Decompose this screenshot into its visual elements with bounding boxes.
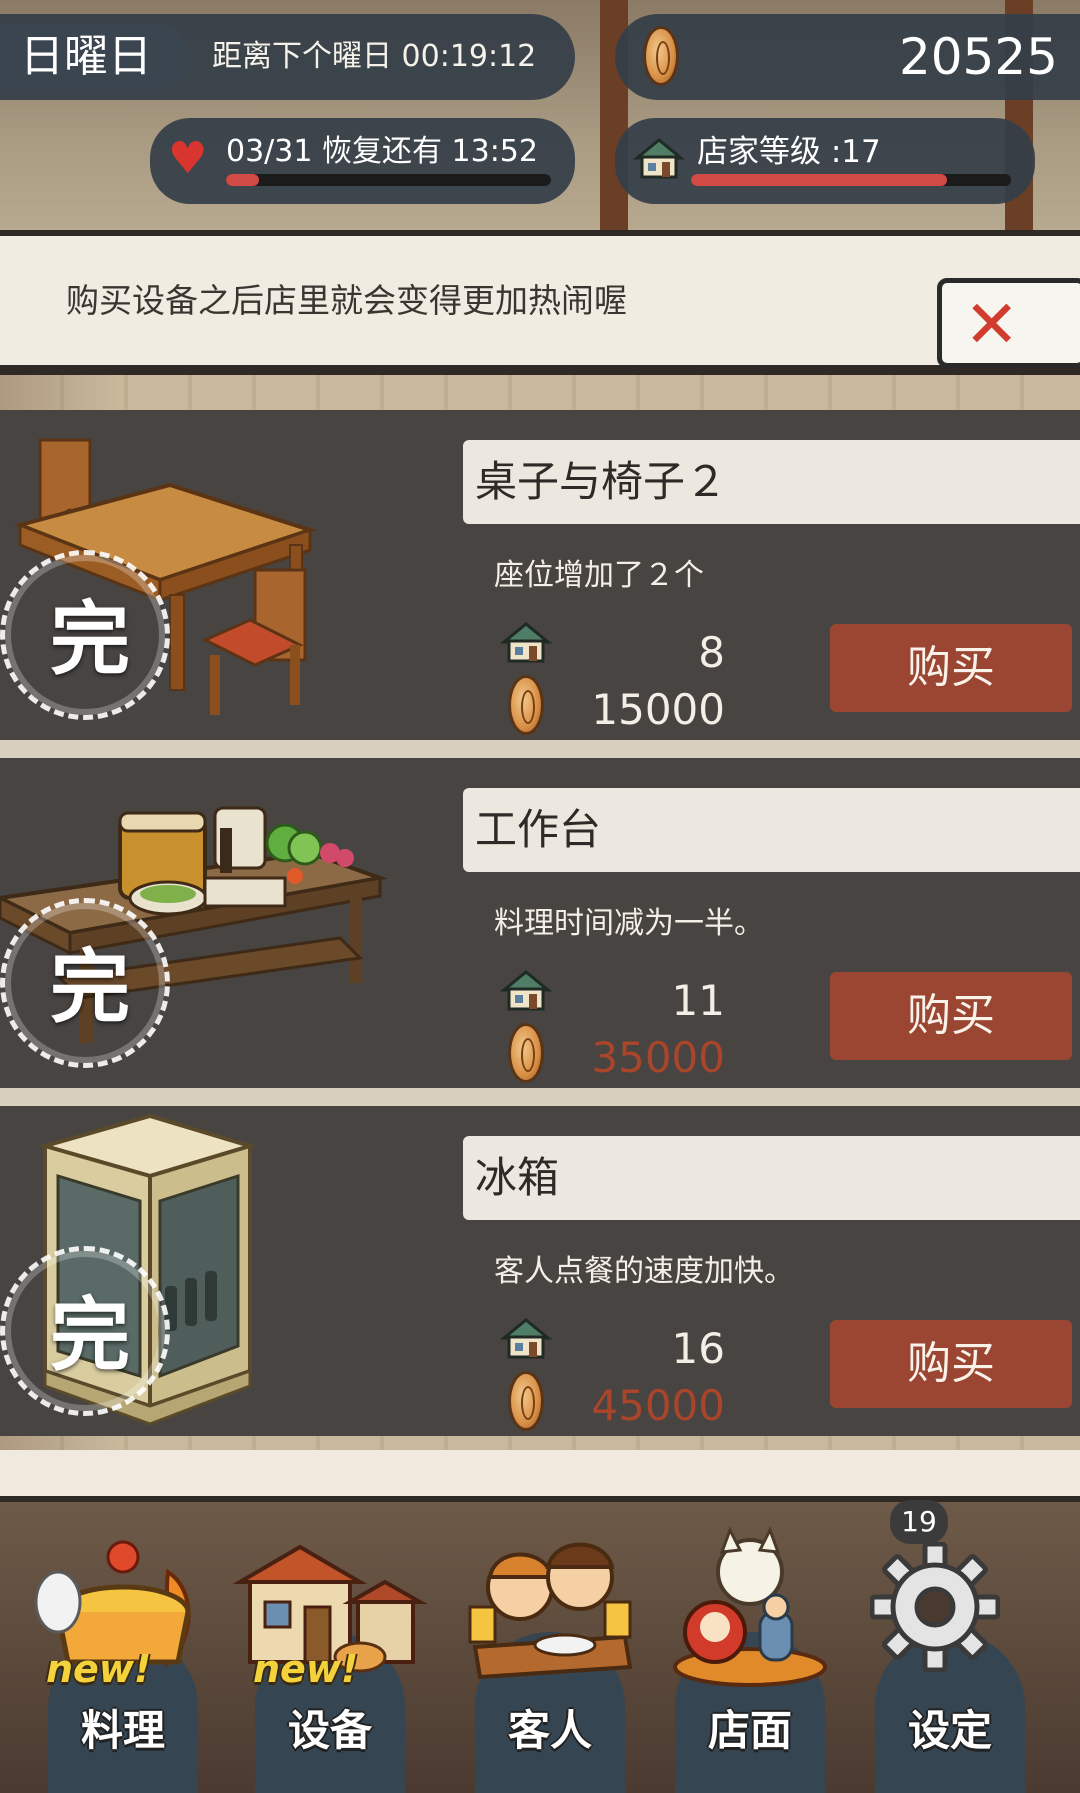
buy-button[interactable]: 购买 bbox=[830, 624, 1072, 712]
required-level: 11 bbox=[671, 976, 725, 1025]
equipment-card: 完 桌子与椅子２ 座位增加了２个 8 15000 购买 bbox=[0, 410, 1080, 740]
shop-level-bar bbox=[691, 174, 1011, 186]
customers-icon bbox=[468, 1542, 633, 1680]
bottom-nav: new! 料理 new! 设备 客人 店面 设定 bbox=[0, 1502, 1080, 1793]
nav-customers[interactable]: 客人 bbox=[445, 1502, 645, 1793]
shop-level-panel: 店家等级 :17 bbox=[615, 118, 1035, 204]
new-tag: new! bbox=[253, 1647, 359, 1691]
item-price: 45000 bbox=[591, 1381, 725, 1430]
stamina-bar bbox=[226, 174, 551, 186]
card-divider bbox=[0, 740, 1080, 758]
coin-amount: 20525 bbox=[898, 28, 1058, 86]
buy-button[interactable]: 购买 bbox=[830, 972, 1072, 1060]
completed-stamp: 完 bbox=[0, 898, 170, 1068]
buy-button[interactable]: 购买 bbox=[830, 1320, 1072, 1408]
equipment-card: 完 冰箱 客人点餐的速度加快。 16 45000 购买 bbox=[0, 1106, 1080, 1436]
shop-level-text: 店家等级 :17 bbox=[697, 134, 881, 170]
required-level: 16 bbox=[671, 1324, 725, 1373]
shop-level-bar-fill bbox=[691, 174, 947, 186]
completed-stamp-text: 完 bbox=[50, 1289, 130, 1382]
nav-label: 设备 bbox=[287, 1706, 372, 1755]
house-icon bbox=[633, 138, 685, 179]
close-icon: ✕ bbox=[964, 286, 1020, 363]
new-tag: new! bbox=[46, 1647, 152, 1691]
close-button[interactable]: ✕ bbox=[937, 278, 1080, 368]
day-panel: 日曜日 距离下个曜日 00:19:12 bbox=[0, 14, 575, 100]
item-description: 座位增加了２个 bbox=[494, 558, 704, 593]
item-name: 冰箱 bbox=[463, 1136, 1080, 1220]
completed-stamp: 完 bbox=[0, 1246, 170, 1416]
coin-icon bbox=[643, 26, 679, 86]
card-divider bbox=[0, 1088, 1080, 1106]
gear-icon bbox=[870, 1542, 1000, 1672]
list-bottom-edge bbox=[0, 1450, 1080, 1502]
heart-icon: ♥ bbox=[168, 133, 208, 184]
lucky-cat-icon bbox=[673, 1526, 827, 1687]
notification-badge: 19 bbox=[890, 1500, 948, 1544]
nav-storefront[interactable]: 店面 bbox=[645, 1502, 845, 1793]
banner-message: 购买设备之后店里就会变得更加热闹喔 bbox=[66, 281, 627, 320]
item-price: 35000 bbox=[591, 1033, 725, 1082]
coin-panel: 20525 bbox=[615, 14, 1080, 100]
item-description: 客人点餐的速度加快。 bbox=[494, 1254, 794, 1289]
equipment-card: 完 工作台 料理时间减为一半。 11 35000 购买 bbox=[0, 758, 1080, 1088]
completed-stamp: 完 bbox=[0, 550, 170, 720]
nav-label: 店面 bbox=[707, 1706, 792, 1755]
next-day-countdown: 距离下个曜日 00:19:12 bbox=[212, 39, 537, 74]
completed-stamp-text: 完 bbox=[50, 593, 130, 686]
stamina-bar-fill bbox=[226, 174, 259, 186]
nav-settings[interactable]: 设定 bbox=[845, 1502, 1045, 1793]
item-price: 15000 bbox=[591, 685, 725, 734]
item-name: 工作台 bbox=[463, 788, 1080, 872]
nav-label: 料理 bbox=[80, 1706, 165, 1755]
nav-label: 设定 bbox=[907, 1706, 992, 1755]
completed-stamp-text: 完 bbox=[50, 941, 130, 1034]
weekday-label: 日曜日 bbox=[0, 24, 188, 90]
item-description: 料理时间减为一半。 bbox=[494, 906, 764, 941]
nav-label: 客人 bbox=[507, 1706, 592, 1755]
item-name: 桌子与椅子２ bbox=[463, 440, 1080, 524]
stamina-text: 03/31 恢复还有 13:52 bbox=[226, 134, 538, 169]
nav-equipment[interactable]: new! 设备 bbox=[225, 1502, 428, 1793]
top-hud: 日曜日 距离下个曜日 00:19:12 20525 ♥ 03/31 恢复还有 1… bbox=[0, 0, 1080, 230]
info-banner: 购买设备之后店里就会变得更加热闹喔 ✕ bbox=[0, 230, 1080, 375]
nav-cooking[interactable]: new! 料理 bbox=[18, 1502, 218, 1793]
required-level: 8 bbox=[698, 628, 725, 677]
stamina-panel: ♥ 03/31 恢复还有 13:52 bbox=[150, 118, 575, 204]
